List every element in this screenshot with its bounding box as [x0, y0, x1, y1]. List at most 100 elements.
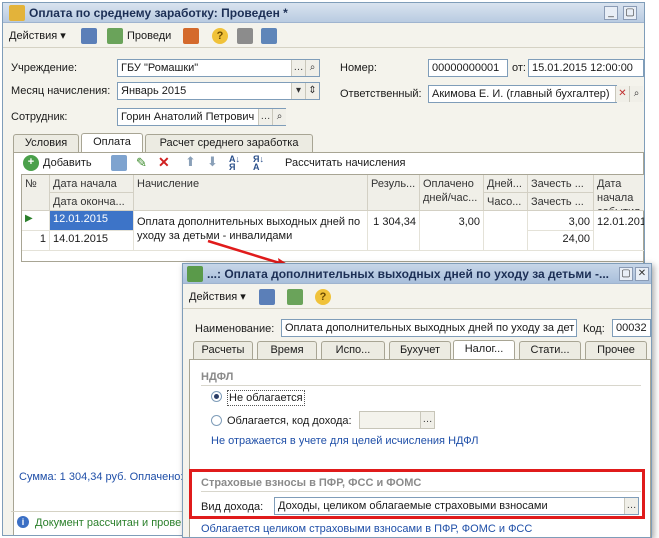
- dialog-tab-statistics[interactable]: Стати...: [519, 341, 581, 359]
- dialog-app-icon: [187, 266, 203, 282]
- col-hours-header[interactable]: Часо...: [484, 193, 528, 211]
- copy-icon[interactable]: [111, 155, 127, 171]
- dialog-tab-taxes[interactable]: Налог...: [453, 340, 515, 359]
- status-text: Документ рассчитан и прове: [35, 517, 182, 529]
- help-icon[interactable]: ?: [212, 28, 228, 44]
- post-close-icon[interactable]: [81, 28, 97, 44]
- responsible-field[interactable]: Акимова Е. И. (главный бухгалтер): [428, 85, 617, 103]
- row-num-cell: 1: [22, 231, 50, 251]
- number-field[interactable]: 00000000001: [428, 59, 508, 77]
- maximize-icon[interactable]: ▢: [623, 6, 637, 20]
- add-button[interactable]: Добавить: [41, 154, 94, 172]
- dialog-help-icon[interactable]: ?: [315, 289, 331, 305]
- dialog-actions-label: Действия: [189, 291, 238, 303]
- minimize-icon[interactable]: _: [604, 6, 618, 20]
- row-end-cell[interactable]: 14.01.2015: [50, 231, 134, 251]
- code-field[interactable]: 00032: [612, 319, 651, 337]
- taxed-label[interactable]: Облагается, код дохода:: [227, 414, 352, 428]
- org-field[interactable]: ГБУ "Ромашки": [117, 59, 320, 77]
- employee-open-icon[interactable]: ⌕: [272, 109, 286, 125]
- date-field[interactable]: 15.01.2015 12:00:00: [528, 59, 644, 77]
- dialog-tab-calculations[interactable]: Расчеты: [193, 341, 253, 359]
- not-taxed-label[interactable]: Не облагается: [227, 390, 305, 406]
- dialog-actions-menu[interactable]: Действия ▾: [187, 288, 248, 306]
- dialog-save-close-icon[interactable]: [259, 289, 275, 305]
- col-days-header[interactable]: Дней...: [484, 175, 528, 193]
- tab-conditions[interactable]: Условия: [13, 134, 79, 152]
- dialog-close-icon[interactable]: ✕: [635, 267, 649, 281]
- name-label: Наименование:: [195, 323, 275, 335]
- col-end-header[interactable]: Дата оконча...: [50, 193, 134, 211]
- col-start-header[interactable]: Дата начала: [50, 175, 134, 193]
- not-taxed-radio[interactable]: [211, 391, 222, 402]
- main-toolbar: Действия ▾ Проведи ?: [3, 24, 644, 48]
- insurance-header: Страховые взносы в ПФР, ФСС и ФОМС: [201, 477, 422, 489]
- row-pointer-icon: ▶: [22, 211, 50, 231]
- delete-icon[interactable]: ✕: [158, 154, 170, 171]
- month-stepper-icon[interactable]: ⇕: [305, 83, 319, 99]
- structure-icon[interactable]: [261, 28, 277, 44]
- dialog-tab-time[interactable]: Время: [257, 341, 317, 359]
- add-icon[interactable]: +: [23, 155, 39, 171]
- month-dropdown-icon[interactable]: ▾: [291, 83, 305, 99]
- employee-select-button[interactable]: …: [258, 109, 272, 125]
- post-button[interactable]: Проведи: [125, 27, 173, 45]
- col-event-date-header[interactable]: Дата начала события: [594, 175, 644, 211]
- sort-desc-icon[interactable]: Я↓ А: [253, 155, 264, 172]
- col-result-header[interactable]: Резуль...: [368, 175, 420, 211]
- col-num-header[interactable]: №: [22, 175, 50, 211]
- income-type-select-button[interactable]: …: [624, 498, 638, 514]
- row-start-cell[interactable]: 12.01.2015: [50, 211, 134, 231]
- tab-payment[interactable]: Оплата: [81, 133, 143, 152]
- dialog-maximize-icon[interactable]: ▢: [619, 267, 633, 281]
- tab-average-earnings[interactable]: Расчет среднего заработка: [145, 134, 313, 152]
- org-open-icon[interactable]: ⌕: [305, 60, 319, 76]
- post-icon[interactable]: [107, 28, 123, 44]
- col-accrual-header[interactable]: Начисление: [134, 175, 368, 211]
- dialog-title: ...: Оплата дополнительных выходных дней…: [207, 267, 610, 281]
- clear-icon[interactable]: ✕: [615, 86, 629, 102]
- edit-icon[interactable]: ✎: [136, 155, 147, 171]
- name-value: Оплата дополнительных выходных дней по у…: [285, 322, 575, 334]
- row-count-hours-cell[interactable]: 24,00: [528, 231, 594, 251]
- month-label: Месяц начисления:: [11, 85, 111, 97]
- document-icon: [9, 5, 25, 21]
- insurance-note: Облагается целиком страховыми взносами в…: [201, 523, 533, 535]
- print-icon[interactable]: [183, 28, 199, 44]
- move-up-icon[interactable]: ⬆: [185, 154, 196, 170]
- responsible-open-icon[interactable]: ⌕: [629, 86, 643, 102]
- name-field[interactable]: Оплата дополнительных выходных дней по у…: [281, 319, 577, 337]
- responsible-value: Акимова Е. И. (главный бухгалтер): [432, 88, 610, 100]
- org-select-button[interactable]: …: [291, 60, 305, 76]
- actions-menu[interactable]: Действия ▾: [7, 27, 68, 45]
- org-value: ГБУ "Ромашки": [121, 62, 199, 74]
- dialog-tab-usage[interactable]: Испо...: [321, 341, 385, 359]
- list-icon[interactable]: [237, 28, 253, 44]
- calculate-accruals-button[interactable]: Рассчитать начисления: [283, 154, 408, 172]
- date-value: 15.01.2015 12:00:00: [532, 62, 633, 74]
- table-row[interactable]: ▶ 12.01.2015 1 14.01.2015 Оплата дополни…: [22, 211, 644, 251]
- number-value: 00000000001: [432, 62, 500, 74]
- dialog-tab-other[interactable]: Прочее: [585, 341, 647, 359]
- responsible-label: Ответственный:: [340, 88, 422, 100]
- income-type-field[interactable]: Доходы, целиком облагаемые страховыми вз…: [274, 497, 639, 515]
- date-label: от:: [512, 62, 526, 74]
- row-event-date-cell[interactable]: 12.01.2015: [594, 211, 644, 251]
- dialog-tab-accounting[interactable]: Бухучет: [389, 341, 451, 359]
- accrual-type-dialog: ...: Оплата дополнительных выходных дней…: [182, 263, 652, 538]
- col-count-hours-header[interactable]: Зачесть ...: [528, 193, 594, 211]
- row-paid-cell[interactable]: 3,00: [420, 211, 484, 251]
- row-count-days-cell[interactable]: 3,00: [528, 211, 594, 231]
- move-down-icon[interactable]: ⬇: [207, 154, 218, 170]
- sort-asc-icon[interactable]: А↓ Я: [229, 155, 240, 172]
- dialog-save-icon[interactable]: [287, 289, 303, 305]
- row-days-cell[interactable]: [484, 211, 528, 251]
- arrow-line: [207, 239, 287, 267]
- taxed-radio[interactable]: [211, 415, 222, 426]
- code-label: Код:: [583, 323, 605, 335]
- col-count-days-header[interactable]: Зачесть ...: [528, 175, 594, 193]
- income-code-select-button[interactable]: …: [420, 412, 434, 428]
- row-result-cell[interactable]: 1 304,34: [368, 211, 420, 251]
- col-paid-header[interactable]: Оплачено дней/час...: [420, 175, 484, 211]
- month-field[interactable]: Январь 2015: [117, 82, 320, 100]
